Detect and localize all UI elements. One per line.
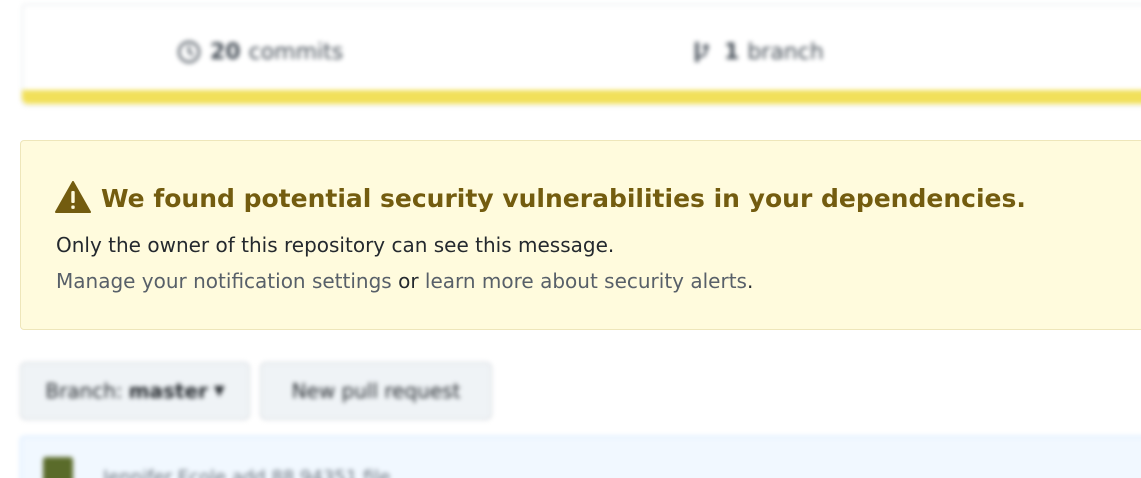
branches-link[interactable]: 1 branch bbox=[690, 39, 824, 65]
history-icon bbox=[176, 39, 202, 65]
owner-note: Only the owner of this repository can se… bbox=[56, 233, 615, 257]
latest-commit-text: Jennifer Ecole add 88 94351 file bbox=[103, 467, 391, 478]
commits-label: commits bbox=[248, 39, 344, 65]
language-bar[interactable] bbox=[22, 90, 1141, 104]
branches-label: branch bbox=[747, 39, 824, 65]
notification-settings-link[interactable]: Manage your notification settings bbox=[56, 269, 392, 293]
alert-triangle-icon bbox=[55, 181, 91, 215]
branches-count: 1 bbox=[724, 39, 740, 65]
commits-count: 20 bbox=[210, 39, 241, 65]
new-pull-request-button[interactable]: New pull request bbox=[260, 362, 492, 420]
alert-end-punct: . bbox=[746, 269, 754, 293]
alert-connector-text: or bbox=[391, 269, 425, 293]
latest-commit-bar: Jennifer Ecole add 88 94351 file bbox=[20, 436, 1141, 478]
branch-select-label: Branch: bbox=[45, 379, 123, 403]
alert-links-line: Manage your notification settings or lea… bbox=[56, 269, 753, 293]
alert-heading-text: We found potential security vulnerabilit… bbox=[101, 183, 1026, 213]
security-alerts-learn-more-link[interactable]: learn more about security alerts bbox=[425, 269, 747, 293]
repo-page: 20 commits 1 branch We found potential s… bbox=[0, 0, 1141, 478]
alert-heading: We found potential security vulnerabilit… bbox=[55, 181, 1026, 215]
branch-select-button[interactable]: Branch: master ▼ bbox=[20, 362, 250, 420]
security-alert-banner: We found potential security vulnerabilit… bbox=[20, 140, 1141, 330]
new-pull-request-label: New pull request bbox=[291, 379, 461, 403]
commits-link[interactable]: 20 commits bbox=[176, 39, 343, 65]
caret-down-icon: ▼ bbox=[213, 383, 225, 399]
avatar[interactable] bbox=[43, 457, 73, 478]
git-branch-icon bbox=[690, 39, 716, 65]
branch-select-value: master bbox=[128, 379, 208, 403]
